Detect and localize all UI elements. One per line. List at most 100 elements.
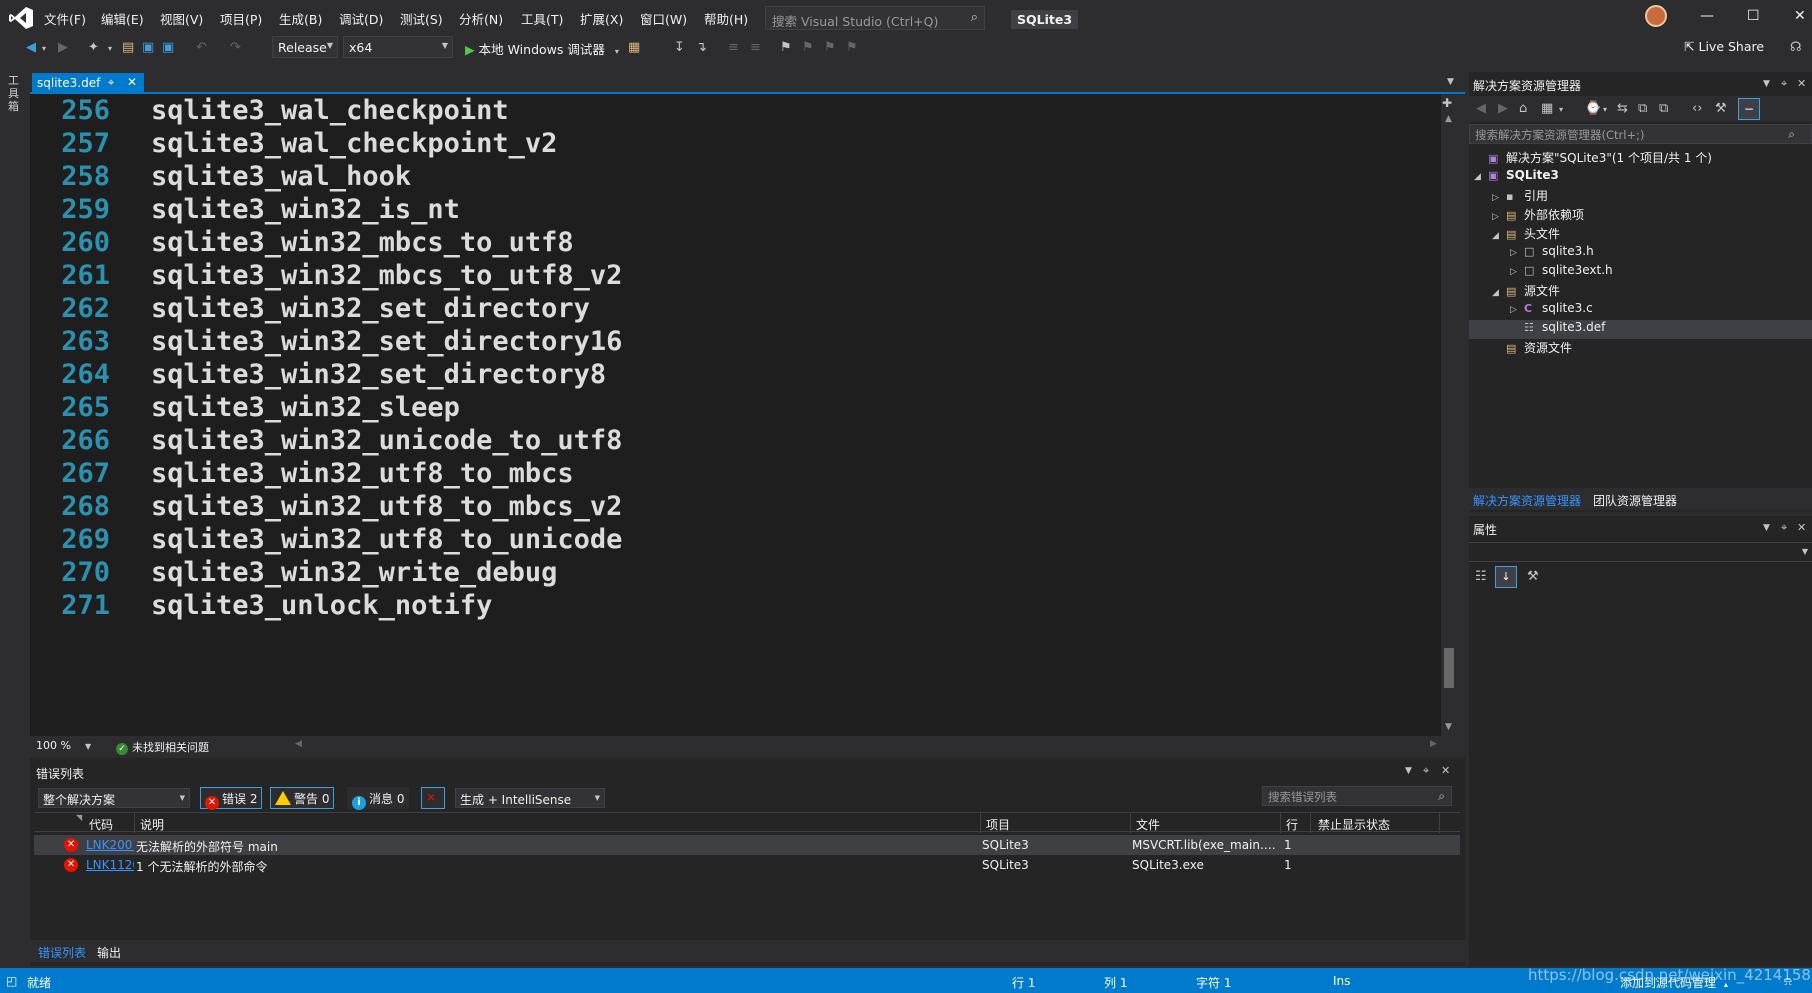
collapse-icon[interactable]: ◢ xyxy=(1492,231,1506,241)
open-folder-icon[interactable]: ▤ xyxy=(122,40,134,55)
column-code[interactable]: 代码 xyxy=(89,816,113,833)
bookmark-icon[interactable]: ⚑ xyxy=(780,40,792,55)
save-icon[interactable]: ▣ xyxy=(142,40,154,55)
close-pane-icon[interactable]: ✕ xyxy=(1441,764,1450,777)
expand-icon[interactable]: ▷ xyxy=(1510,248,1524,258)
expand-icon[interactable]: ▷ xyxy=(1492,193,1506,203)
pending-changes-icon[interactable]: ⌚ xyxy=(1585,101,1601,116)
tree-item-source-files[interactable]: ◢ ▤ 源文件 xyxy=(1492,282,1560,301)
scroll-up-icon[interactable]: ▲ xyxy=(1445,114,1452,124)
chevron-down-icon[interactable]: ▾ xyxy=(1559,105,1563,114)
table-row[interactable]: ✕ LNK2001 无法解析的外部符号 main SQLite3 MSVCRT.… xyxy=(34,835,1460,855)
tree-item-sqlite3-c[interactable]: ▷ Csqlite3.c xyxy=(1510,301,1593,320)
pin-icon[interactable]: ⌖ xyxy=(1781,521,1787,535)
close-pane-icon[interactable]: ✕ xyxy=(1797,77,1806,90)
menu-test[interactable]: 测试(S) xyxy=(400,9,443,28)
menu-edit[interactable]: 编辑(E) xyxy=(101,9,144,28)
column-description[interactable]: 说明 xyxy=(140,816,164,833)
pane-menu-icon[interactable]: ▼ xyxy=(1763,523,1770,533)
error-list-search-input[interactable]: 搜索错误列表 ⌕ xyxy=(1262,786,1452,806)
view-code-icon[interactable]: ‹› xyxy=(1692,101,1702,116)
feedback-icon[interactable]: ☊ xyxy=(1790,40,1802,55)
new-project-icon[interactable]: ✦ xyxy=(88,40,99,55)
column-line[interactable]: 行 xyxy=(1286,816,1298,833)
new-dropdown-icon[interactable]: ▾ xyxy=(108,44,112,53)
menu-analyze[interactable]: 分析(N) xyxy=(459,9,503,28)
menu-view[interactable]: 视图(V) xyxy=(160,9,203,28)
alphabetical-icon[interactable]: ↓ xyxy=(1495,566,1517,588)
column-suppression[interactable]: 禁止显示状态 xyxy=(1318,816,1390,833)
scroll-right-icon[interactable]: ▶ xyxy=(1430,739,1437,749)
tab-error-list[interactable]: 错误列表 xyxy=(38,944,86,961)
menu-project[interactable]: 项目(P) xyxy=(220,9,262,28)
error-code-link[interactable]: LNK2001 xyxy=(86,838,134,852)
table-row[interactable]: ✕ LNK1120 1 个无法解析的外部命令 SQLite3 SQLite3.e… xyxy=(34,855,1460,875)
tree-item-sqlite3ext-h[interactable]: ▷ □ sqlite3ext.h xyxy=(1510,263,1613,282)
pin-icon[interactable]: ⌖ xyxy=(1781,77,1787,91)
filter-icon[interactable]: ⨯ xyxy=(421,787,445,809)
undo-icon[interactable]: ↶ xyxy=(196,40,207,55)
comment-icon[interactable]: ≡ xyxy=(728,40,739,55)
navigate-forward-icon[interactable]: ▶ xyxy=(58,40,68,55)
tree-item-sqlite3-def[interactable]: ☷ sqlite3.def xyxy=(1469,320,1812,339)
tab-sqlite3-def[interactable]: sqlite3.def ⌖ ✕ xyxy=(32,73,144,93)
menu-build[interactable]: 生成(B) xyxy=(279,9,322,28)
pane-menu-icon[interactable]: ▼ xyxy=(1763,79,1770,89)
clear-bookmarks-icon[interactable]: ⚑ xyxy=(846,40,858,55)
tree-item-project[interactable]: ◢ ▣ SQLite3 xyxy=(1474,168,1559,187)
menu-debug[interactable]: 调试(D) xyxy=(339,9,383,28)
pin-icon[interactable]: ⌖ xyxy=(108,76,114,90)
configuration-select[interactable]: Release ▼ xyxy=(272,36,338,58)
collapse-all-icon[interactable]: ⧉ xyxy=(1638,101,1647,116)
column-project[interactable]: 项目 xyxy=(986,816,1010,833)
tree-item-sqlite3-h[interactable]: ▷ □ sqlite3.h xyxy=(1510,244,1594,263)
split-editor-icon[interactable]: ✚ xyxy=(1442,96,1452,110)
close-tab-icon[interactable]: ✕ xyxy=(127,75,137,89)
next-bookmark-icon[interactable]: ⚑ xyxy=(824,40,836,55)
property-pages-icon[interactable]: ⚒ xyxy=(1527,569,1539,584)
preview-selected-icon[interactable]: − xyxy=(1738,98,1760,120)
close-pane-icon[interactable]: ✕ xyxy=(1797,521,1806,534)
close-window-icon[interactable]: ✕ xyxy=(1794,8,1806,24)
tab-solution-explorer[interactable]: 解决方案资源管理器 xyxy=(1473,492,1581,509)
code-editor[interactable]: 256 sqlite3_wal_checkpoint 257 sqlite3_wal_… xyxy=(30,94,1445,736)
tab-list-dropdown-icon[interactable]: ▼ xyxy=(1447,77,1454,87)
live-share-button[interactable]: ⇱ Live Share xyxy=(1684,39,1764,54)
search-input[interactable]: 搜索 Visual Studio (Ctrl+Q) ⌕ xyxy=(765,6,985,30)
error-code-link[interactable]: LNK1120 xyxy=(86,858,134,872)
issues-indicator[interactable]: ✓ 未找到相关问题 xyxy=(116,739,209,755)
warnings-filter-button[interactable]: 警告 0 xyxy=(270,787,335,809)
menu-window[interactable]: 窗口(W) xyxy=(640,9,687,28)
platform-select[interactable]: x64 ▼ xyxy=(343,36,453,58)
uncomment-icon[interactable]: ≡ xyxy=(750,40,761,55)
collapse-icon[interactable]: ◢ xyxy=(1474,172,1488,182)
collapse-icon[interactable]: ◢ xyxy=(1492,288,1506,298)
sync-icon[interactable]: ⇆ xyxy=(1617,101,1628,116)
tree-item-external-deps[interactable]: ▷ ▤ 外部依赖项 xyxy=(1492,206,1584,225)
tree-item-resource-files[interactable]: ▤ 资源文件 xyxy=(1492,339,1572,358)
menu-file[interactable]: 文件(F) xyxy=(44,9,86,28)
expand-icon[interactable]: ▷ xyxy=(1510,305,1524,315)
redo-icon[interactable]: ↷ xyxy=(230,40,241,55)
errors-filter-button[interactable]: ✕ 错误 2 xyxy=(200,787,263,810)
home-icon[interactable]: ⌂ xyxy=(1519,101,1527,116)
save-all-icon[interactable]: ▣ xyxy=(162,40,174,55)
visual-studio-logo-icon[interactable] xyxy=(8,6,34,30)
messages-filter-button[interactable]: i 消息 0 xyxy=(347,787,410,810)
tab-output[interactable]: 输出 xyxy=(97,944,121,961)
back-dropdown-icon[interactable]: ▾ xyxy=(42,44,46,53)
tree-item-solution[interactable]: ▣ 解决方案"SQLite3"(1 个项目/共 1 个) xyxy=(1474,149,1712,168)
menu-extensions[interactable]: 扩展(X) xyxy=(580,9,623,28)
minimize-icon[interactable]: — xyxy=(1700,8,1714,24)
error-scope-select[interactable]: 整个解决方案 ▼ xyxy=(38,788,190,808)
prev-bookmark-icon[interactable]: ⚑ xyxy=(802,40,814,55)
scroll-down-icon[interactable]: ▼ xyxy=(1445,722,1452,732)
switch-views-icon[interactable]: ▦ xyxy=(1541,101,1553,116)
step-over-icon[interactable]: ↴ xyxy=(696,40,707,55)
column-file[interactable]: 文件 xyxy=(1136,816,1160,833)
solution-search-input[interactable]: 搜索解决方案资源管理器(Ctrl+;) ⌕ xyxy=(1469,124,1812,144)
step-into-icon[interactable]: ↧ xyxy=(674,40,685,55)
properties-object-select[interactable]: ▼ xyxy=(1469,542,1812,562)
solution-config-icon[interactable]: ▦ xyxy=(628,40,640,55)
forward-icon[interactable]: ▶ xyxy=(1498,101,1508,116)
